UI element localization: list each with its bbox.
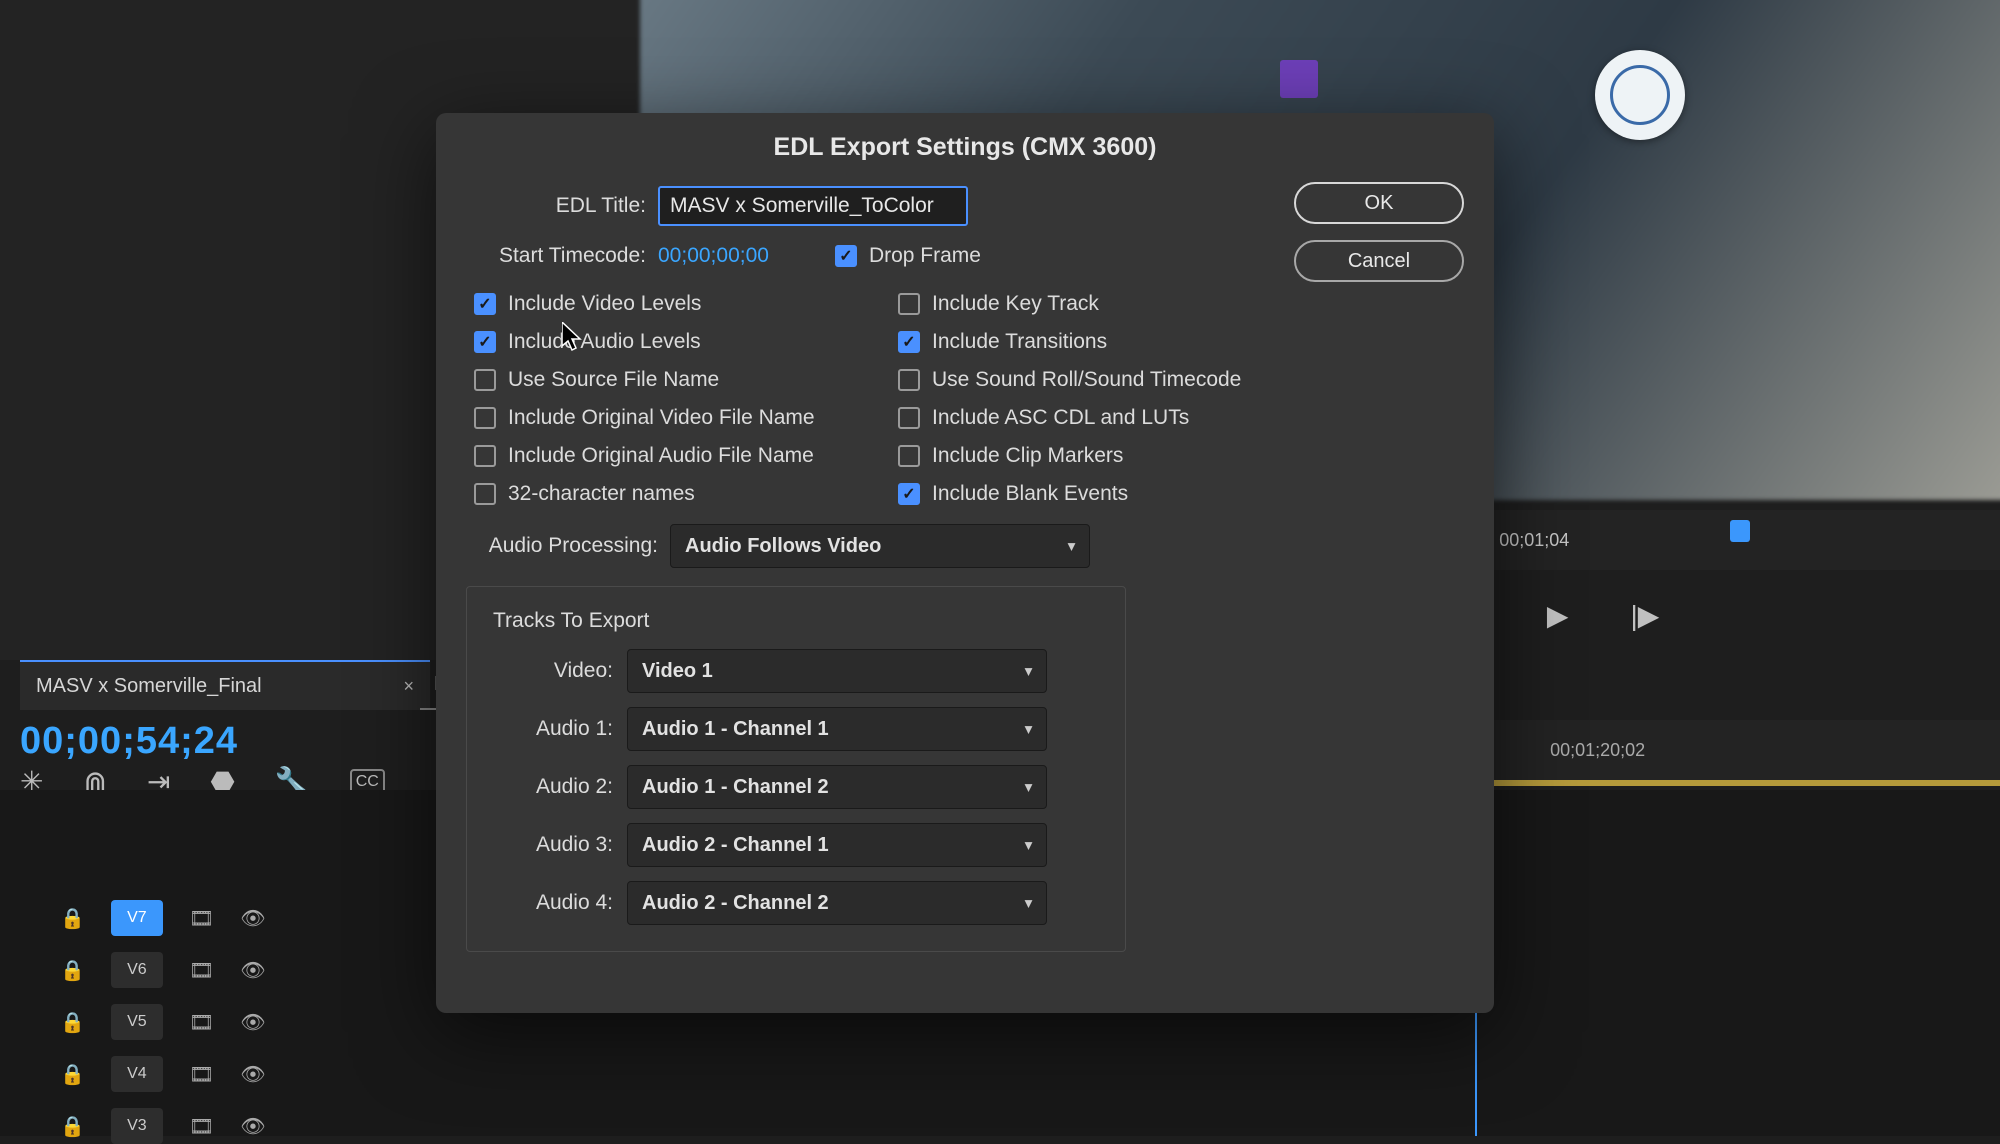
lock-icon[interactable]: 🔒: [60, 1114, 85, 1139]
audio-processing-select[interactable]: Audio Follows Video ▾: [670, 524, 1090, 568]
eye-icon[interactable]: 👁: [240, 958, 265, 983]
include-video-levels-checkbox[interactable]: Include Video Levels: [474, 292, 884, 316]
edl-title-label: EDL Title:: [466, 194, 646, 218]
edl-export-dialog: EDL Export Settings (CMX 3600) EDL Title…: [436, 113, 1494, 1013]
track-headers: 🔒 V7 🎞 👁 🔒 V6 🎞 👁 🔒 V5 🎞 👁 🔒 V4 🎞 👁 🔒 V3 🎞 👁: [60, 900, 266, 1144]
sequence-tab[interactable]: MASV x Somerville_Final ×: [20, 660, 430, 710]
play-icon[interactable]: ▶: [1547, 599, 1569, 632]
film-icon[interactable]: 🎞: [189, 1062, 214, 1087]
eye-icon[interactable]: 👁: [240, 1062, 265, 1087]
step-fwd-icon[interactable]: |▶: [1630, 599, 1659, 632]
track-label[interactable]: V7: [111, 900, 163, 936]
audio2-label: Audio 2:: [493, 775, 613, 799]
current-timecode[interactable]: 00;00;54;24: [20, 720, 238, 763]
audio3-select[interactable]: Audio 2 - Channel 1▾: [627, 823, 1047, 867]
ruler-tick: 00;01;20;02: [1550, 740, 1645, 761]
dialog-title: EDL Export Settings (CMX 3600): [436, 113, 1494, 186]
chevron-down-icon: ▾: [1025, 721, 1032, 738]
track-header-row[interactable]: 🔒 V6 🎞 👁: [60, 952, 266, 988]
video-track-select[interactable]: Video 1▾: [627, 649, 1047, 693]
audio2-select[interactable]: Audio 1 - Channel 2▾: [627, 765, 1047, 809]
video-track-label: Video:: [493, 659, 613, 683]
track-label[interactable]: V4: [111, 1056, 163, 1092]
playhead-gem[interactable]: [1730, 520, 1750, 542]
track-header-row[interactable]: 🔒 V7 🎞 👁: [60, 900, 266, 936]
include-clip-markers-checkbox[interactable]: Include Clip Markers: [898, 444, 1308, 468]
lock-icon[interactable]: 🔒: [60, 1010, 85, 1035]
drop-frame-checkbox[interactable]: Drop Frame: [835, 244, 981, 268]
include-orig-video-fn-checkbox[interactable]: Include Original Video File Name: [474, 406, 884, 430]
include-transitions-checkbox[interactable]: Include Transitions: [898, 330, 1308, 354]
track-header-row[interactable]: 🔒 V5 🎞 👁: [60, 1004, 266, 1040]
use-sound-roll-checkbox[interactable]: Use Sound Roll/Sound Timecode: [898, 368, 1308, 392]
audio3-label: Audio 3:: [493, 833, 613, 857]
eye-icon[interactable]: 👁: [240, 1010, 265, 1035]
preview-logo-badge: [1595, 50, 1685, 140]
track-label[interactable]: V6: [111, 952, 163, 988]
chevron-down-icon: ▾: [1025, 663, 1032, 680]
start-timecode-value[interactable]: 00;00;00;00: [658, 244, 769, 268]
start-timecode-label: Start Timecode:: [466, 244, 646, 268]
audio4-select[interactable]: Audio 2 - Channel 2▾: [627, 881, 1047, 925]
lock-icon[interactable]: 🔒: [60, 906, 85, 931]
use-source-file-name-checkbox[interactable]: Use Source File Name: [474, 368, 884, 392]
audio-processing-label: Audio Processing:: [466, 534, 658, 558]
audio1-label: Audio 1:: [493, 717, 613, 741]
track-header-row[interactable]: 🔒 V4 🎞 👁: [60, 1056, 266, 1092]
ok-button[interactable]: OK: [1294, 182, 1464, 224]
film-icon[interactable]: 🎞: [189, 1114, 214, 1139]
sequence-tab-label: MASV x Somerville_Final: [36, 675, 262, 698]
tracks-to-export-group: Tracks To Export Video: Video 1▾ Audio 1…: [466, 586, 1126, 952]
eye-icon[interactable]: 👁: [240, 1114, 265, 1139]
tracks-to-export-legend: Tracks To Export: [487, 609, 655, 633]
eye-icon[interactable]: 👁: [240, 906, 265, 931]
edl-title-input[interactable]: [658, 186, 968, 226]
chevron-down-icon: ▾: [1025, 837, 1032, 854]
chevron-down-icon: ▾: [1025, 779, 1032, 796]
include-orig-audio-fn-checkbox[interactable]: Include Original Audio File Name: [474, 444, 884, 468]
chevron-down-icon: ▾: [1025, 895, 1032, 912]
audio4-label: Audio 4:: [493, 891, 613, 915]
film-icon[interactable]: 🎞: [189, 906, 214, 931]
preview-prop: [1280, 60, 1318, 98]
cancel-button[interactable]: Cancel: [1294, 240, 1464, 282]
include-audio-levels-checkbox[interactable]: Include Audio Levels: [474, 330, 884, 354]
track-header-row[interactable]: 🔒 V3 🎞 👁: [60, 1108, 266, 1144]
include-key-track-checkbox[interactable]: Include Key Track: [898, 292, 1308, 316]
film-icon[interactable]: 🎞: [189, 958, 214, 983]
include-asc-cdl-luts-checkbox[interactable]: Include ASC CDL and LUTs: [898, 406, 1308, 430]
lock-icon[interactable]: 🔒: [60, 958, 85, 983]
chevron-down-icon: ▾: [1068, 538, 1075, 555]
audio1-select[interactable]: Audio 1 - Channel 1▾: [627, 707, 1047, 751]
lock-icon[interactable]: 🔒: [60, 1062, 85, 1087]
track-label[interactable]: V5: [111, 1004, 163, 1040]
film-icon[interactable]: 🎞: [189, 1010, 214, 1035]
include-blank-events-checkbox[interactable]: Include Blank Events: [898, 482, 1308, 506]
close-icon[interactable]: ×: [403, 676, 414, 697]
ruler-tick: 00;01;04: [1499, 530, 1569, 551]
thirtytwo-char-names-checkbox[interactable]: 32-character names: [474, 482, 884, 506]
track-label[interactable]: V3: [111, 1108, 163, 1144]
